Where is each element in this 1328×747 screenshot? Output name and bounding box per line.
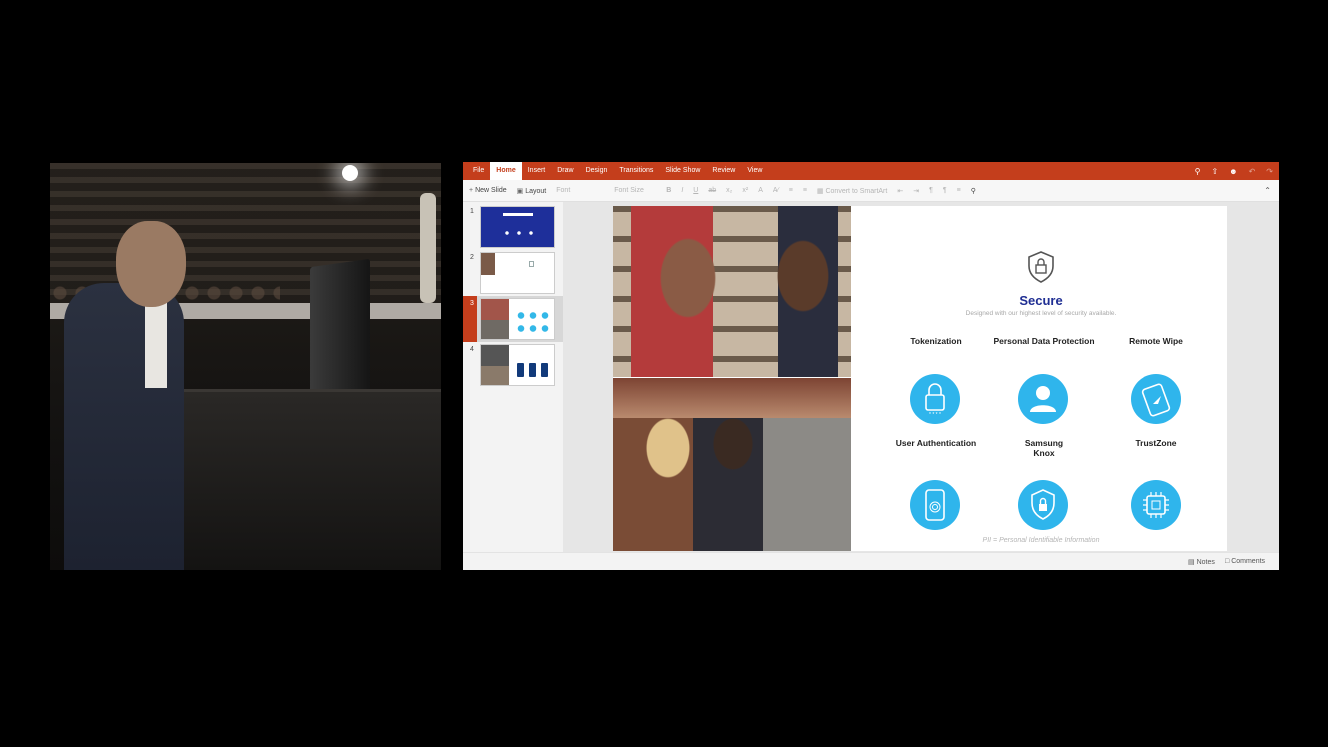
notes-label: Notes: [1196, 559, 1215, 566]
thumbnail-image: [480, 206, 555, 248]
font-color-icon[interactable]: A: [758, 187, 763, 194]
thumbnail-number: 3: [470, 300, 474, 307]
user-profile-icon: [1018, 374, 1068, 424]
bullets-icon[interactable]: ≡: [789, 187, 793, 194]
tab-review[interactable]: Review: [706, 162, 741, 180]
thumbnail-slide-4[interactable]: 4: [463, 342, 563, 388]
numbering-icon[interactable]: ≡: [803, 187, 807, 194]
share-icon[interactable]: ⇧: [1211, 167, 1218, 176]
feature-label-tokenization: Tokenization: [910, 336, 962, 346]
decrease-indent-icon[interactable]: ⇤: [897, 187, 903, 195]
font-dropdown[interactable]: Font: [556, 187, 604, 194]
standing-person: [420, 193, 436, 303]
feature-label-remote-wipe: Remote Wipe: [1129, 336, 1183, 346]
subscript-icon[interactable]: x₂: [726, 187, 732, 194]
paragraph-rtl-icon[interactable]: ¶: [943, 187, 947, 194]
lightbulb-icon[interactable]: ⚲: [1195, 167, 1201, 176]
person-icon[interactable]: ☻: [1229, 167, 1237, 176]
increase-indent-icon[interactable]: ⇥: [913, 187, 919, 195]
thumbnail-slide-2[interactable]: 2: [463, 250, 563, 296]
status-bar: ▤ Notes □ Comments: [463, 552, 1279, 570]
tab-slide-show[interactable]: Slide Show: [659, 162, 706, 180]
thumbnail-number: 2: [470, 254, 474, 261]
slide-title: Secure: [1019, 293, 1063, 308]
svg-text:* * * *: * * * *: [929, 412, 941, 418]
new-slide-label: New Slide: [475, 187, 507, 194]
feature-label-user-authentication: User Authentication: [895, 438, 977, 448]
tab-transitions[interactable]: Transitions: [613, 162, 659, 180]
comment-icon: □: [1225, 558, 1230, 565]
phone-wipe-icon: [1131, 374, 1181, 424]
tab-insert[interactable]: Insert: [522, 162, 552, 180]
thumbnail-number: 4: [470, 346, 474, 353]
thumbnail-slide-1[interactable]: 1: [463, 204, 563, 250]
stage-spotlight: [342, 165, 358, 181]
strikethrough-button[interactable]: ab: [708, 187, 716, 194]
menu-bar: File Home Insert Draw Design Transitions…: [463, 162, 1279, 180]
current-slide[interactable]: Secure Designed with our highest level o…: [613, 206, 1227, 551]
feature-label-trustzone: TrustZone: [1135, 438, 1177, 448]
italic-button[interactable]: I: [681, 187, 683, 194]
slide-canvas: Secure Designed with our highest level o…: [563, 202, 1279, 552]
slide-subtitle: Designed with our highest level of secur…: [965, 310, 1117, 317]
plus-icon: +: [469, 187, 474, 194]
underline-button[interactable]: U: [693, 187, 698, 194]
tab-draw[interactable]: Draw: [551, 162, 579, 180]
tab-view[interactable]: View: [741, 162, 768, 180]
notes-icon: ▤: [1188, 559, 1195, 566]
clear-format-icon[interactable]: A∕: [773, 187, 779, 194]
powerpoint-window: File Home Insert Draw Design Transitions…: [463, 162, 1279, 570]
thumbnail-image: [480, 344, 555, 386]
slide-thumbnails-pane: 1 2 3 4: [463, 202, 563, 552]
thumbnail-number: 1: [470, 208, 474, 215]
thumbnail-slide-3[interactable]: 3: [463, 296, 563, 342]
knox-shield-icon: [1018, 480, 1068, 530]
bold-button[interactable]: B: [666, 187, 671, 194]
feature-label-personal-data: Personal Data Protection: [993, 336, 1095, 346]
comments-label: Comments: [1231, 558, 1266, 565]
layout-button[interactable]: ▣ Layout: [517, 187, 547, 195]
paragraph-ltr-icon[interactable]: ¶: [929, 187, 933, 194]
search-icon[interactable]: ⚲: [971, 187, 976, 195]
align-icon[interactable]: ≡: [957, 187, 961, 194]
presenter-desk: [178, 389, 441, 570]
lock-code-icon: * * * *: [910, 374, 960, 424]
layout-label: Layout: [525, 187, 547, 195]
thumbnail-image: [480, 252, 555, 294]
presenter-shirt: [145, 298, 167, 388]
redo-icon[interactable]: ↷: [1266, 167, 1273, 176]
slide-footnote: PII = Personal Identifiable Information: [982, 537, 1100, 544]
new-slide-button[interactable]: + New Slide: [469, 187, 507, 194]
thumbnail-image: [480, 298, 555, 340]
collapse-ribbon-icon[interactable]: ⌃: [1264, 186, 1271, 195]
feature-label-samsung-knox: Samsung Knox: [1024, 438, 1064, 458]
tab-design[interactable]: Design: [580, 162, 614, 180]
chip-icon: [1131, 480, 1181, 530]
ribbon-toolbar: + New Slide ▣ Layout Font Font Size B I U …: [463, 180, 1279, 202]
photo-shop-checkout: [613, 206, 851, 377]
notes-button[interactable]: ▤ Notes: [1188, 558, 1215, 566]
fingerprint-phone-icon: [910, 480, 960, 530]
tab-file[interactable]: File: [467, 162, 490, 180]
tab-home[interactable]: Home: [490, 162, 522, 180]
presenter-head: [116, 221, 186, 307]
presenter-video: [50, 163, 441, 570]
shield-lock-icon: [1028, 251, 1054, 283]
convert-smartart-button[interactable]: ▦ Convert to SmartArt: [817, 187, 887, 195]
comments-button[interactable]: □ Comments: [1225, 558, 1265, 565]
photo-food-truck: [613, 378, 851, 551]
font-size-dropdown[interactable]: Font Size: [614, 187, 656, 194]
undo-icon[interactable]: ↶: [1249, 167, 1256, 176]
convert-smartart-label: Convert to SmartArt: [825, 187, 888, 195]
layout-icon: ▣: [516, 187, 524, 195]
smartart-icon: ▦: [816, 187, 824, 195]
superscript-icon[interactable]: x²: [742, 187, 748, 194]
